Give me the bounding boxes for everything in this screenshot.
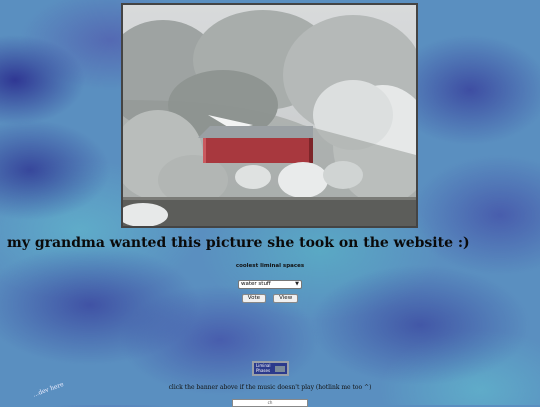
banner-instruction-text: click the banner above if the music does… [168,384,372,391]
poll-buttons: Vote View [0,294,540,313]
vote-button[interactable]: Vote [241,294,267,303]
bottom-text-box[interactable]: ch [232,399,308,407]
grandma-barn-photo [121,3,418,228]
snowy-barn-image [123,5,416,226]
poll-widget: coolest liminal spaces water stuff ▼ Vot… [0,263,540,313]
poll-option-select[interactable]: water stuff ▼ [238,280,302,289]
page-headline: my grandma wanted this picture she took … [7,235,470,251]
poll-title: coolest liminal spaces [235,263,305,269]
poll-selected-option: water stuff [241,281,271,287]
music-banner-link[interactable]: Liminal Phases [252,361,289,376]
view-button[interactable]: View [273,294,299,303]
banner-image-icon [275,366,285,372]
chevron-down-icon: ▼ [295,281,299,287]
